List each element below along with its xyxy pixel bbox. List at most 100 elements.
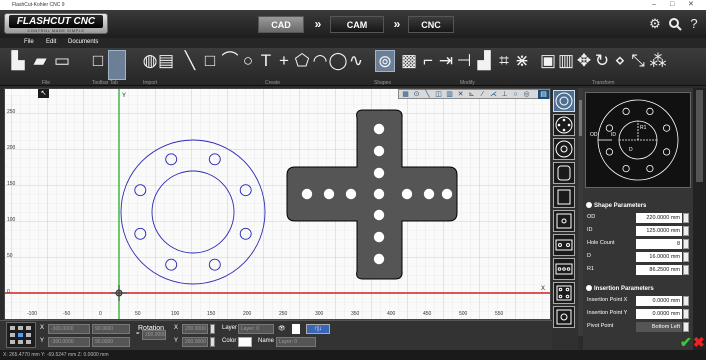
parameter-panel-scrollbar[interactable] [693,88,706,350]
layer-visibility-icon[interactable]: 👁 [278,325,286,332]
mode-tab-cnc[interactable]: CNC [408,16,454,33]
shape-rect-icon[interactable] [553,186,575,208]
copy-icon[interactable]: ▣ [538,50,558,72]
param-spinner[interactable] [683,296,689,306]
snap-center-icon[interactable]: ◫ [433,90,444,99]
snap-circle-icon[interactable]: ○ [510,90,521,99]
polygon-tool-icon[interactable]: ⬠ [292,50,312,72]
position-y-field[interactable]: -300.0000 [48,337,90,347]
shape-plate-four-holes-icon[interactable] [553,282,575,304]
rectangle-tool-icon[interactable]: □ [200,50,220,72]
settings-icon[interactable]: ⚙ [645,14,665,34]
snap-polar-icon[interactable]: ◎ [521,90,532,99]
open-folder-icon[interactable]: ▰ [30,50,50,72]
offset-icon[interactable]: ⋇ [512,50,532,72]
pointer-icon[interactable]: ↖ [38,89,49,98]
angle-y-field[interactable]: 90.0000 [92,337,130,347]
point-tool-icon[interactable]: + [274,50,294,72]
shape-plate-two-holes-icon[interactable] [553,234,575,256]
circle-tool-icon[interactable]: ○ [238,50,258,72]
move-icon[interactable]: ✥ [574,50,594,72]
shapes-library-icon[interactable]: ⊚ [375,50,395,72]
layers-icon[interactable]: ▤ [538,90,549,99]
canvas-svg[interactable]: -100 -50 0 50 100 150 200 250 300 350 400 450 500 550… [5,89,551,320]
shape-parameters-header[interactable]: Shape Parameters [586,202,690,210]
scale-icon[interactable]: ⤡ [628,50,648,72]
import-file-icon[interactable]: ▤ [156,50,176,72]
save-icon[interactable]: ▭ [52,50,72,72]
snap-endpoint-icon[interactable]: ⊙ [411,90,422,99]
shape-ring-icon[interactable] [553,138,575,160]
param-spinner[interactable] [683,213,689,223]
zoom-out-icon[interactable]: ⊖ [27,89,38,98]
array-icon[interactable]: ⁂ [648,50,668,72]
shape-bolt-circle-icon[interactable] [553,114,575,136]
anchor-grid-icon[interactable] [6,322,36,348]
shape-plate-three-holes-icon[interactable] [553,258,575,280]
rotation-x-field[interactable]: 200.0000 [182,324,208,334]
layer-select[interactable]: Layer: 0 [238,324,274,334]
param-spinner[interactable] [683,226,689,236]
snap-quadrant-icon[interactable]: ▥ [444,90,455,99]
param-spinner[interactable] [683,265,689,275]
snap-tangent-icon[interactable]: ⁄ [477,90,488,99]
line-tool-icon[interactable]: ╲ [180,50,200,72]
rotation-y-field[interactable]: 200.0000 [182,337,208,347]
layer-lock-icon[interactable] [292,324,300,334]
zoom-all-icon[interactable]: ⊕ [5,89,16,98]
position-x-field[interactable]: -300.0000 [48,324,90,334]
mode-tab-cam[interactable]: CAM [330,16,384,33]
shape-rounded-rect-icon[interactable] [553,162,575,184]
menu-edit[interactable]: Edit [46,39,56,45]
mode-tab-cad[interactable]: CAD [258,16,304,33]
param-value-field[interactable]: 16.0000 mm [636,252,682,262]
collapse-icon-2[interactable] [586,285,592,291]
arc-tool-icon[interactable]: ⌒ [220,50,240,72]
fillet-icon[interactable]: ▟ [474,50,494,72]
snap-grid-icon[interactable]: ▦ [400,90,411,99]
new-document-icon[interactable]: ▙ [8,50,28,72]
menu-documents[interactable]: Documents [68,39,98,45]
search-icon[interactable] [665,14,685,34]
delete-icon[interactable]: ▥ [556,50,576,72]
extend-icon[interactable]: ⇥ [436,50,456,72]
toolbar-tab-icon[interactable]: □ [88,50,108,72]
apply-button[interactable]: ✔ [680,335,692,349]
drawing-canvas[interactable]: -100 -50 0 50 100 150 200 250 300 350 400 450 500 550… [4,88,551,320]
cancel-button[interactable]: ✖ [693,335,705,349]
param-value-field[interactable]: 125.0000 mm [636,226,682,236]
rotation-x-spinner[interactable] [210,324,215,334]
param-value-field[interactable]: 0.0000 mm [636,296,682,306]
help-icon[interactable]: ? [684,14,704,34]
param-spinner[interactable] [683,252,689,262]
param-value-field[interactable]: Bottom Left [636,322,682,332]
shape-plate-hole-icon[interactable] [553,210,575,232]
ellipse-tool-icon[interactable]: ◯ [328,50,348,72]
snap-perpendicular-icon[interactable]: ⊾ [466,90,477,99]
param-spinner[interactable] [683,309,689,319]
toolbar-tab-selected-icon[interactable] [108,50,126,80]
snap-midpoint-icon[interactable]: ╲ [422,90,433,99]
menu-file[interactable]: File [24,39,34,45]
bezier-tool-icon[interactable]: ◠ [310,50,330,72]
color-swatch[interactable] [238,337,252,347]
maximize-button[interactable]: □ [670,0,674,10]
param-value-field[interactable]: 0.0000 mm [636,309,682,319]
snap-intersection-icon[interactable]: ✕ [455,90,466,99]
param-spinner[interactable] [683,322,689,332]
rotation-y-spinner[interactable] [210,337,215,347]
snap-nearest-icon[interactable]: ⋌ [488,90,499,99]
close-window-button[interactable]: ✕ [688,0,694,10]
spline-tool-icon[interactable]: ∿ [346,50,366,72]
param-spinner[interactable] [683,239,689,249]
text-tool-icon[interactable]: T [256,50,276,72]
param-value-field[interactable]: 220.0000 mm [636,213,682,223]
shape-flange-icon[interactable] [553,90,575,112]
angle-x-field[interactable]: 90.0000 [92,324,130,334]
join-icon[interactable]: ⌗ [494,50,514,72]
insertion-parameters-header[interactable]: Insertion Parameters [586,285,690,293]
minimize-button[interactable]: – [652,0,656,10]
shape-plate-six-holes-icon[interactable] [553,306,575,328]
layer-order-buttons[interactable]: ↑|↓ [306,324,330,334]
mirror-icon[interactable]: ⋄ [610,50,630,72]
